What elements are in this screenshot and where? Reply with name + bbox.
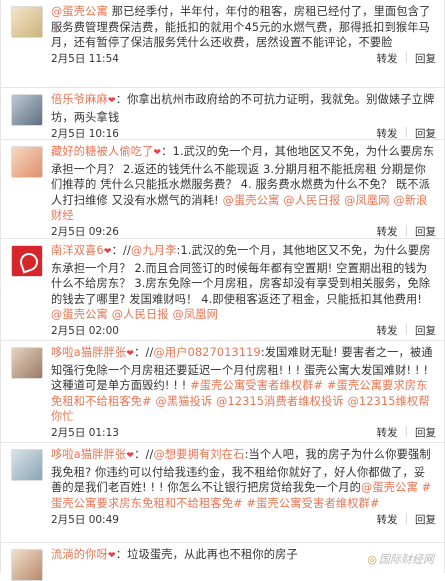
comment-date: 2月5日 02:00 [51, 325, 119, 337]
reply-button[interactable]: 回复 [415, 224, 436, 239]
comment-date: 2月5日 01:13 [51, 427, 119, 439]
user-name[interactable]: 哆啦a猫胖胖张 [51, 346, 126, 359]
comment-item: 藏好的糖被人偷吃了❤：1.武汉的免一个月，其他地区又不免，为什么要房东承担一个月… [1, 140, 444, 239]
comment-item: 哆啦a猫胖胖张❤：//@想要拥有刘在石:当个人吧，我的房子为什么你要强制我免租?… [1, 443, 444, 543]
watermark-logo-icon: ◎ [367, 553, 377, 566]
heart-icon: ❤ [103, 247, 112, 257]
hashtag-link[interactable]: #蛋壳公寓受害者维权群# [247, 497, 380, 510]
forward-button[interactable]: 转发 [376, 224, 397, 239]
comment-text: 南洋双喜6❤：//@九月李:1.武汉的免一个月，其他地区又不免，为什么要房东承担… [51, 243, 436, 323]
mention-link[interactable]: @凤凰网 [172, 308, 218, 321]
mention-link[interactable]: @用户0827013119 [153, 346, 260, 359]
comment-date: 2月5日 09:26 [51, 226, 119, 238]
comment-body-text: ：垃圾蛋壳，从此再也不租你的房子 [115, 548, 298, 561]
comment-body-text: 那已经季付，半年付，年付的租客，房租已经付了，里面包含了服务费管理费保洁费，能抵… [51, 5, 431, 49]
user-name[interactable]: 南洋双喜6 [51, 244, 104, 257]
avatar[interactable] [11, 245, 43, 277]
comment-text: 藏好的糖被人偷吃了❤：1.武汉的免一个月，其他地区又不免，为什么要房东承担一个月… [51, 144, 436, 224]
comment-text: 倍乐爷麻麻❤：你拿出杭州市政府给的不可抗力证明，我就免。别做婊子立牌坊，两头拿钱 [51, 92, 436, 125]
mention-link[interactable]: @九月李 [131, 244, 177, 257]
forward-button[interactable]: 转发 [376, 126, 397, 141]
hashtag-link[interactable]: #蛋壳公寓受害者维权群# [190, 379, 323, 392]
mention-link[interactable]: @黑猫投诉 [155, 395, 212, 408]
heart-icon: ❤ [126, 349, 135, 359]
comment-body-text: ：// [111, 244, 131, 257]
reply-button[interactable]: 回复 [415, 323, 436, 338]
comment-date: 2月5日 11:54 [51, 53, 119, 65]
user-name[interactable]: 倍乐爷麻麻 [51, 93, 108, 106]
mention-link[interactable]: @凤凰网 [344, 194, 390, 207]
comment-date: 2月5日 00:49 [51, 513, 119, 526]
reply-button[interactable]: 回复 [415, 512, 436, 527]
reply-button[interactable]: 回复 [415, 51, 436, 66]
avatar[interactable] [11, 549, 43, 581]
user-name[interactable]: 流淌的你呀 [51, 548, 108, 561]
avatar[interactable] [11, 94, 43, 126]
watermark: ◎ 国际财经网 [365, 551, 436, 567]
comment-item: 南洋双喜6❤：//@九月李:1.武汉的免一个月，其他地区又不免，为什么要房东承担… [1, 239, 444, 341]
reply-button[interactable]: 回复 [415, 126, 436, 141]
comment-date: 2月5日 10:16 [51, 127, 119, 140]
heart-icon: ❤ [107, 551, 116, 561]
mention-link[interactable]: @蛋壳公寓 [51, 308, 108, 321]
mention-link[interactable]: 蛋壳公寓 [62, 5, 108, 18]
mention-link[interactable]: @ [51, 5, 62, 18]
comment-feed: @蛋壳公寓 那已经季付，半年付，年付的租客，房租已经付了，里面包含了服务费管理费… [0, 0, 445, 581]
comment-text: @蛋壳公寓 那已经季付，半年付，年付的租客，房租已经付了，里面包含了服务费管理费… [51, 4, 436, 51]
forward-button[interactable]: 转发 [376, 512, 397, 527]
mention-link[interactable]: @蛋壳公寓 [223, 194, 280, 207]
forward-button[interactable]: 转发 [376, 425, 397, 440]
heart-icon: ❤ [107, 96, 116, 106]
comment-body-text: ：// [134, 346, 154, 359]
comment-text: 哆啦a猫胖胖张❤：//@想要拥有刘在石:当个人吧，我的房子为什么你要强制我免租?… [51, 447, 436, 511]
mention-link[interactable]: @人民日报 [112, 308, 169, 321]
mention-link[interactable]: @12315消费者维权投诉 [216, 395, 344, 408]
forward-button[interactable]: 转发 [376, 323, 397, 338]
comment-item: @蛋壳公寓 那已经季付，半年付，年付的租客，房租已经付了，里面包含了服务费管理费… [1, 0, 444, 88]
user-name[interactable]: 藏好的糖被人偷吃了 [51, 145, 154, 158]
forward-button[interactable]: 转发 [376, 51, 397, 66]
comment-text: 哆啦a猫胖胖张❤：//@用户0827013119:发国难财无耻! 要害者之一，被… [51, 345, 436, 425]
mention-link[interactable]: @蛋壳公寓 [361, 481, 418, 494]
comment-item: 倍乐爷麻麻❤：你拿出杭州市政府给的不可抗力证明，我就免。别做婊子立牌坊，两头拿钱… [1, 88, 444, 140]
avatar[interactable] [11, 347, 43, 379]
reply-button[interactable]: 回复 [415, 425, 436, 440]
mention-link[interactable]: @想要拥有刘在石 [153, 448, 244, 461]
mention-link[interactable]: @人民日报 [283, 194, 340, 207]
comment-item: 哆啦a猫胖胖张❤：//@用户0827013119:发国难财无耻! 要害者之一，被… [1, 341, 444, 443]
comment-body-text: ：// [134, 448, 154, 461]
avatar[interactable] [11, 146, 43, 178]
heart-icon: ❤ [126, 451, 135, 461]
avatar[interactable] [11, 449, 43, 481]
avatar[interactable] [11, 6, 43, 38]
user-name[interactable]: 哆啦a猫胖胖张 [51, 448, 126, 461]
